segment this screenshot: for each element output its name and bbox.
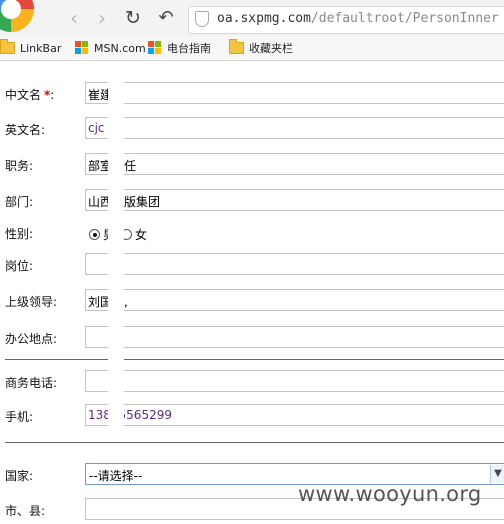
browser-toolbar: ‹ › ↻ ↶ oa.sxpmg.com/defaultroot/PersonI… <box>0 0 504 36</box>
back-arrow-icon[interactable]: ‹ <box>62 6 86 30</box>
favorite-label: 收藏夹栏 <box>249 42 293 55</box>
superior-label: 上级领导: <box>5 295 58 309</box>
favorite-label: MSN.com <box>94 41 146 55</box>
english-name-label: 英文名: <box>5 123 46 137</box>
favorite-label: LinkBar <box>20 41 62 55</box>
gender-female-label: 女 <box>135 228 148 242</box>
favorite-label: 电台指南 <box>167 42 211 55</box>
position-label: 职务: <box>5 159 34 173</box>
mobile-label: 手机: <box>5 410 34 424</box>
country-selected-value: --请选择-- <box>89 469 143 483</box>
refresh-icon[interactable]: ↻ <box>121 6 145 30</box>
department-label: 部门: <box>5 195 34 209</box>
department-field[interactable]: 山西出版集团 <box>85 189 504 211</box>
folder-icon <box>0 39 15 54</box>
favorite-radio-guide[interactable]: 电台指南 <box>148 40 211 56</box>
address-url: oa.sxpmg.com/defaultroot/PersonInner <box>217 11 499 26</box>
business-phone-field[interactable] <box>85 370 504 392</box>
windows-logo-icon <box>75 41 89 55</box>
redaction-mark <box>108 62 124 442</box>
browser-logo-icon <box>0 0 34 32</box>
folder-icon <box>229 39 244 54</box>
gender-label: 性别: <box>5 227 34 241</box>
chevron-down-icon[interactable]: ▼ <box>490 465 504 483</box>
shield-icon <box>195 11 209 27</box>
country-label: 国家: <box>5 469 34 483</box>
superior-field[interactable]: 刘国帅, <box>85 289 504 311</box>
english-name-field[interactable]: cjc <box>85 117 504 139</box>
watermark: www.wooyun.org <box>298 482 482 506</box>
address-bar[interactable]: oa.sxpmg.com/defaultroot/PersonInner <box>188 6 504 34</box>
chinese-name-field[interactable]: 崔建诰 <box>85 82 504 104</box>
business-phone-label: 商务电话: <box>5 376 58 390</box>
windows-logo-icon <box>148 41 162 55</box>
chinese-name-label: 中文名 *: <box>5 88 55 102</box>
office-location-label: 办公地点: <box>5 332 58 346</box>
office-location-field[interactable] <box>85 326 504 348</box>
section-divider <box>5 359 504 360</box>
favorites-bar: LinkBar MSN.com 电台指南 收藏夹栏 <box>0 36 504 61</box>
favorite-linkbar[interactable]: LinkBar <box>0 39 62 56</box>
favorite-msn[interactable]: MSN.com <box>75 40 146 56</box>
undo-icon[interactable]: ↶ <box>154 6 178 30</box>
post-field[interactable] <box>85 253 504 275</box>
gender-male-radio[interactable] <box>89 229 100 240</box>
forward-arrow-icon[interactable]: › <box>90 6 114 30</box>
position-field[interactable]: 部室主任 <box>85 153 504 175</box>
city-label: 市、县: <box>5 504 46 518</box>
post-label: 岗位: <box>5 259 34 273</box>
colon: : <box>50 88 55 102</box>
mobile-field[interactable]: 13835565299 <box>85 404 504 426</box>
favorite-favorites-bar[interactable]: 收藏夹栏 <box>229 39 293 56</box>
section-divider <box>5 442 504 443</box>
